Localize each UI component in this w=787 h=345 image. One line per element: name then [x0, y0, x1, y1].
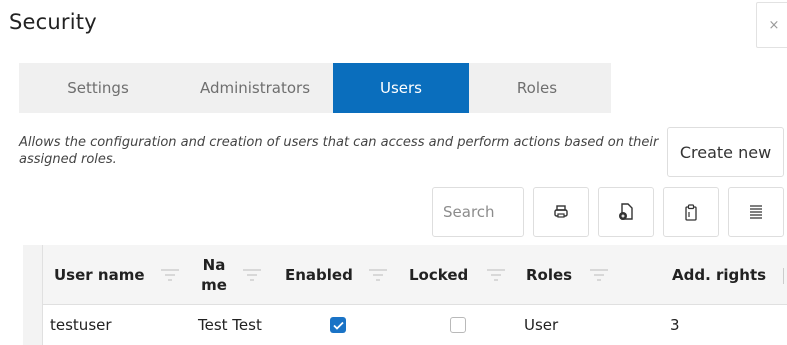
cell-username: testuser [50, 316, 112, 334]
grid-header: User name Na me Enabled Locked Roles Add… [43, 245, 787, 305]
column-header-username[interactable]: User name [54, 245, 145, 305]
description-text: Allows the configuration and creation of… [19, 135, 659, 167]
tab-roles[interactable]: Roles [469, 63, 605, 113]
checkmark-icon [332, 321, 344, 330]
column-header-name-line2: me [201, 276, 227, 294]
print-icon [554, 205, 568, 218]
row-indicator-column [23, 245, 43, 345]
dialog-title: Security [9, 10, 97, 34]
columns-button[interactable] [728, 187, 784, 237]
tab-settings[interactable]: Settings [19, 63, 177, 113]
export-icon [619, 203, 633, 220]
filter-icon[interactable] [485, 263, 507, 285]
close-button[interactable]: × [756, 2, 787, 48]
cell-roles: User [524, 316, 559, 334]
filter-icon[interactable] [159, 263, 181, 285]
enabled-checkbox[interactable] [330, 317, 346, 333]
clipboard-button[interactable] [663, 187, 719, 237]
clipboard-icon [685, 203, 697, 221]
tab-administrators[interactable]: Administrators [177, 63, 333, 113]
export-button[interactable] [598, 187, 654, 237]
cell-name: Test Test [198, 316, 262, 334]
cell-locked [450, 305, 466, 345]
column-resize-handle[interactable] [783, 268, 784, 284]
locked-checkbox[interactable] [450, 317, 466, 333]
column-header-name-line1: Na [202, 256, 226, 274]
search-input[interactable]: Search [432, 187, 524, 237]
column-header-roles[interactable]: Roles [526, 245, 572, 305]
filter-icon[interactable] [367, 263, 389, 285]
column-header-name[interactable]: Na me [196, 245, 232, 305]
create-new-button[interactable]: Create new [667, 127, 784, 177]
print-button[interactable] [533, 187, 589, 237]
cell-add-rights: 3 [670, 316, 680, 334]
column-header-enabled[interactable]: Enabled [285, 245, 353, 305]
table-row[interactable]: testuser Test Test User 3 [43, 305, 787, 345]
filter-icon[interactable] [241, 263, 263, 285]
tab-users[interactable]: Users [333, 63, 469, 113]
close-icon: × [768, 17, 780, 33]
column-header-locked[interactable]: Locked [409, 245, 468, 305]
cell-enabled [330, 305, 346, 345]
columns-icon [750, 205, 762, 219]
tab-bar: Settings Administrators Users Roles [19, 63, 611, 113]
filter-icon[interactable] [588, 263, 610, 285]
column-header-add-rights[interactable]: Add. rights [672, 245, 766, 305]
